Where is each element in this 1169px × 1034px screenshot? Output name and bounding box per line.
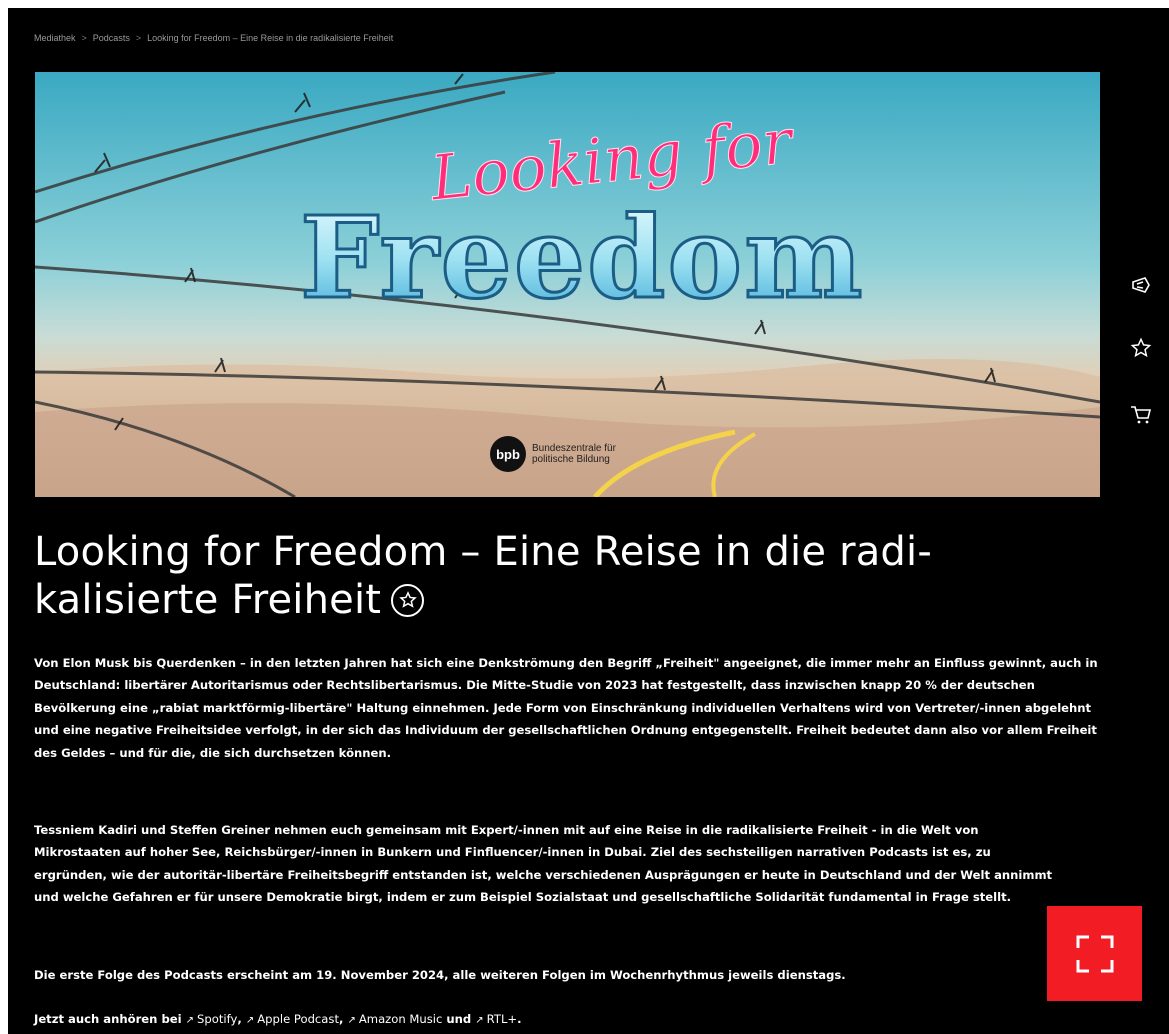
- page-title-line2: kalisierte Freiheit: [34, 577, 382, 623]
- page-title: Looking for Freedom – Eine Reise in die …: [34, 528, 1114, 624]
- breadcrumb-separator: >: [81, 33, 87, 43]
- breadcrumb-podcasts[interactable]: Podcasts: [93, 33, 130, 43]
- link-separator: ,: [237, 1012, 242, 1026]
- favorite-title-star-icon[interactable]: [391, 583, 425, 617]
- bpb-logo-mark: bpb: [490, 436, 526, 472]
- cart-icon[interactable]: [1126, 400, 1156, 430]
- hero-artwork: Looking for Freedom: [35, 72, 1100, 497]
- page-frame: Mediathek > Podcasts > Looking for Freed…: [8, 8, 1169, 1034]
- rtl-plus-link[interactable]: ↗ RTL+: [475, 1012, 517, 1026]
- breadcrumb: Mediathek > Podcasts > Looking for Freed…: [34, 30, 393, 46]
- description-paragraph-2: Tessniem Kadiri und Steffen Greiner nehm…: [34, 823, 1053, 905]
- amazon-music-link[interactable]: ↗ Amazon Music: [347, 1012, 442, 1026]
- apple-podcast-link[interactable]: ↗ Apple Podcast: [246, 1012, 339, 1026]
- external-link-icon: ↗: [347, 1015, 356, 1026]
- description-paragraph-1: Von Elon Musk bis Querdenken – in den le…: [34, 656, 1098, 760]
- bpb-logo-text: Bundeszentrale für politische Bildung: [532, 443, 652, 465]
- spotify-link[interactable]: ↗ Spotify: [186, 1012, 238, 1026]
- page-title-line1: Looking for Freedom – Eine Reise in die …: [34, 529, 932, 575]
- breadcrumb-separator: >: [135, 33, 142, 43]
- share-icon[interactable]: [1126, 270, 1156, 300]
- external-link-icon: ↗: [475, 1015, 484, 1026]
- spotify-link-label: Spotify: [197, 1012, 238, 1026]
- apple-podcast-link-label: Apple Podcast: [257, 1012, 339, 1026]
- hero-main-text: Freedom: [300, 193, 865, 324]
- bpb-org-line1: Bundeszentrale für: [532, 443, 616, 454]
- fullscreen-icon: [1076, 935, 1113, 972]
- link-separator: ,: [339, 1012, 344, 1026]
- hero-image: Looking for Freedom bpb Bundeszentrale f…: [35, 72, 1100, 497]
- listen-on-prefix: Jetzt auch anhören bei: [34, 1012, 182, 1026]
- external-link-icon: ↗: [185, 1015, 195, 1026]
- rtl-plus-link-label: RTL+: [486, 1012, 518, 1026]
- fullscreen-button[interactable]: [1047, 906, 1142, 1001]
- bpb-logo: bpb Bundeszentrale für politische Bildun…: [490, 436, 652, 472]
- release-info-paragraph: Die erste Folge des Podcasts erscheint a…: [34, 968, 846, 982]
- external-link-icon: ↗: [245, 1015, 255, 1026]
- sentence-end: .: [517, 1012, 522, 1026]
- breadcrumb-mediathek[interactable]: Mediathek: [34, 33, 76, 43]
- listen-on-and: und: [446, 1012, 472, 1026]
- breadcrumb-current[interactable]: Looking for Freedom – Eine Reise in die …: [147, 33, 393, 43]
- favorite-star-icon[interactable]: [1126, 333, 1156, 363]
- listen-on-paragraph: Jetzt auch anhören bei ↗ Spotify, ↗ Apple …: [34, 1008, 1102, 1032]
- amazon-music-link-label: Amazon Music: [358, 1012, 443, 1026]
- bpb-org-line2: politische Bildung: [532, 454, 610, 465]
